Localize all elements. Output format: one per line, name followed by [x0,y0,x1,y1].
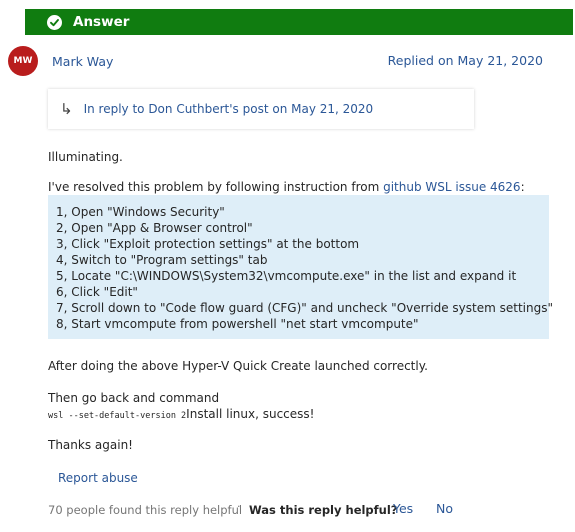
resolved-prefix: I've resolved this problem by following … [48,180,384,194]
helpful-count: 70 people found this reply helpful [48,503,243,517]
thanks-text: Thanks again! [48,438,133,452]
resolved-suffix: : [520,180,525,194]
command-code: wsl --set-default-version 2 [48,411,187,421]
then-text: Then go back and command [48,391,220,405]
answer-banner: Answer [25,9,573,35]
helpful-question: Was this reply helpful? [249,503,398,517]
in-reply-to-box: ↳ In reply to Don Cuthbert's post on May… [48,89,474,129]
command-line: wsl --set-default-version 2Install linux… [48,407,314,421]
replied-date-link[interactable]: Replied on May 21, 2020 [388,53,543,68]
report-abuse-link[interactable]: Report abuse [58,471,138,485]
step-item: 7, Scroll down to "Code flow guard (CFG)… [56,301,553,315]
step-item: 8, Start vmcompute from powershell "net … [56,317,419,331]
step-item: 3, Click "Exploit protection settings" a… [56,237,360,251]
author-name-link[interactable]: Mark Way [52,54,113,69]
avatar[interactable]: MW [8,46,38,76]
step-item: 1, Open "Windows Security" [56,205,225,219]
step-item: 2, Open "App & Browser control" [56,221,253,235]
step-item: 4, Switch to "Program settings" tab [56,253,268,267]
steps-block: 1, Open "Windows Security" 2, Open "App … [48,195,553,339]
separator-dot: · [237,500,241,513]
in-reply-to-link[interactable]: In reply to Don Cuthbert's post on May 2… [84,102,374,116]
after-text: After doing the above Hyper-V Quick Crea… [48,359,428,373]
step-item: 5, Locate "C:\WINDOWS\System32\vmcompute… [56,269,517,283]
checkmark-icon [47,14,62,30]
resolved-text: I've resolved this problem by following … [48,180,525,194]
no-button[interactable]: No [436,501,453,516]
step-item: 6, Click "Edit" [56,285,138,299]
yes-button[interactable]: Yes [393,501,413,516]
github-issue-link[interactable]: github WSL issue 4626 [383,180,520,194]
answer-label: Answer [73,14,130,30]
reply-arrow-icon: ↳ [60,99,73,118]
intro-text: Illuminating. [48,150,123,164]
command-suffix: Install linux, success! [186,407,315,421]
